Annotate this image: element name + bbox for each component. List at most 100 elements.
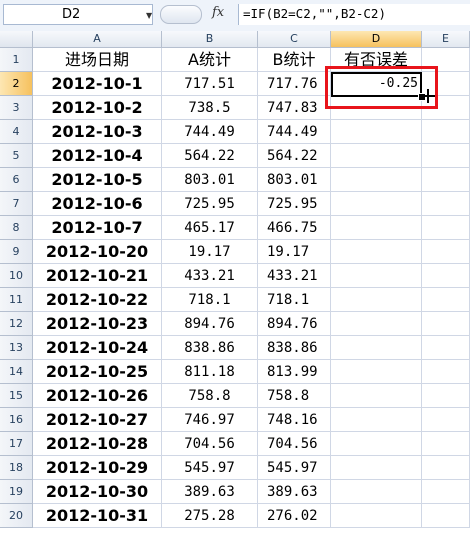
cell-e[interactable] bbox=[422, 408, 470, 432]
cell-date[interactable]: 2012-10-7 bbox=[33, 216, 162, 240]
row-header[interactable]: 18 bbox=[0, 456, 33, 480]
row-header[interactable]: 10 bbox=[0, 264, 33, 288]
cell-a-stat[interactable]: 758.8 bbox=[162, 384, 258, 408]
cell-b-stat[interactable]: 725.95 bbox=[258, 192, 331, 216]
cell-b-stat[interactable]: 758.8 bbox=[258, 384, 331, 408]
row-header[interactable]: 8 bbox=[0, 216, 33, 240]
cell-error[interactable] bbox=[331, 480, 422, 504]
column-header-e[interactable]: E bbox=[422, 31, 470, 48]
cell-date[interactable]: 2012-10-4 bbox=[33, 144, 162, 168]
cell-b-stat[interactable]: 748.16 bbox=[258, 408, 331, 432]
cell-a-stat[interactable]: 19.17 bbox=[162, 240, 258, 264]
cell-e[interactable] bbox=[422, 456, 470, 480]
row-header[interactable]: 3 bbox=[0, 96, 33, 120]
cell-a-stat[interactable]: 433.21 bbox=[162, 264, 258, 288]
cell-a-stat[interactable]: 718.1 bbox=[162, 288, 258, 312]
cell-a-stat[interactable]: 545.97 bbox=[162, 456, 258, 480]
cell-b-stat[interactable]: 894.76 bbox=[258, 312, 331, 336]
cell-e[interactable] bbox=[422, 144, 470, 168]
header-cell-date[interactable]: 进场日期 bbox=[33, 48, 162, 72]
cell-error[interactable] bbox=[331, 456, 422, 480]
row-header[interactable]: 19 bbox=[0, 480, 33, 504]
cell-b-stat[interactable]: 704.56 bbox=[258, 432, 331, 456]
cell-date[interactable]: 2012-10-27 bbox=[33, 408, 162, 432]
cell-b-stat[interactable]: 813.99 bbox=[258, 360, 331, 384]
cell-b-stat[interactable]: 545.97 bbox=[258, 456, 331, 480]
cell-e[interactable] bbox=[422, 288, 470, 312]
cell-date[interactable]: 2012-10-2 bbox=[33, 96, 162, 120]
cell-date[interactable]: 2012-10-5 bbox=[33, 168, 162, 192]
header-cell-b-stat[interactable]: B统计 bbox=[258, 48, 331, 72]
cell-date[interactable]: 2012-10-20 bbox=[33, 240, 162, 264]
cell-a-stat[interactable]: 275.28 bbox=[162, 504, 258, 528]
cell-date[interactable]: 2012-10-6 bbox=[33, 192, 162, 216]
cell-date[interactable]: 2012-10-26 bbox=[33, 384, 162, 408]
cell-a-stat[interactable]: 838.86 bbox=[162, 336, 258, 360]
cell-date[interactable]: 2012-10-28 bbox=[33, 432, 162, 456]
cell-error[interactable] bbox=[331, 240, 422, 264]
cell-e[interactable] bbox=[422, 360, 470, 384]
cell-date[interactable]: 2012-10-21 bbox=[33, 264, 162, 288]
cell-a-stat[interactable]: 811.18 bbox=[162, 360, 258, 384]
row-header[interactable]: 1 bbox=[0, 48, 33, 72]
cell-e[interactable] bbox=[422, 264, 470, 288]
cell-e[interactable] bbox=[422, 432, 470, 456]
header-cell-a-stat[interactable]: A统计 bbox=[162, 48, 258, 72]
row-header[interactable]: 9 bbox=[0, 240, 33, 264]
cell-error[interactable] bbox=[331, 216, 422, 240]
cell-error[interactable] bbox=[331, 360, 422, 384]
cell-b-stat[interactable]: 838.86 bbox=[258, 336, 331, 360]
cell-date[interactable]: 2012-10-1 bbox=[33, 72, 162, 96]
column-header-a[interactable]: A bbox=[33, 31, 162, 48]
cell-e[interactable] bbox=[422, 384, 470, 408]
cell-date[interactable]: 2012-10-23 bbox=[33, 312, 162, 336]
cell-a-stat[interactable]: 564.22 bbox=[162, 144, 258, 168]
cell-error[interactable] bbox=[331, 384, 422, 408]
cell-error[interactable] bbox=[331, 504, 422, 528]
cell-e[interactable] bbox=[422, 312, 470, 336]
cell-a-stat[interactable]: 744.49 bbox=[162, 120, 258, 144]
formula-input[interactable]: =IF(B2=C2,"",B2-C2) bbox=[238, 4, 470, 25]
cell-b-stat[interactable]: 744.49 bbox=[258, 120, 331, 144]
cell-a-stat[interactable]: 894.76 bbox=[162, 312, 258, 336]
cell-e[interactable] bbox=[422, 192, 470, 216]
cell-a-stat[interactable]: 803.01 bbox=[162, 168, 258, 192]
row-header[interactable]: 4 bbox=[0, 120, 33, 144]
row-header[interactable]: 16 bbox=[0, 408, 33, 432]
cell-error[interactable] bbox=[331, 288, 422, 312]
cell-b-stat[interactable]: 717.76 bbox=[258, 72, 331, 96]
cell-error[interactable] bbox=[331, 144, 422, 168]
column-header-c[interactable]: C bbox=[258, 31, 331, 48]
cell-error[interactable] bbox=[331, 168, 422, 192]
cell-e[interactable] bbox=[422, 336, 470, 360]
cell-error[interactable] bbox=[331, 192, 422, 216]
cell-a-stat[interactable]: 465.17 bbox=[162, 216, 258, 240]
row-header[interactable]: 13 bbox=[0, 336, 33, 360]
cell-date[interactable]: 2012-10-30 bbox=[33, 480, 162, 504]
cell-a-stat[interactable]: 389.63 bbox=[162, 480, 258, 504]
row-header[interactable]: 14 bbox=[0, 360, 33, 384]
cell-a-stat[interactable]: 717.51 bbox=[162, 72, 258, 96]
cell-b-stat[interactable]: 433.21 bbox=[258, 264, 331, 288]
cell-a-stat[interactable]: 725.95 bbox=[162, 192, 258, 216]
cell-b-stat[interactable]: 466.75 bbox=[258, 216, 331, 240]
formula-bar-resize-handle[interactable] bbox=[160, 5, 202, 24]
cell-e[interactable] bbox=[422, 504, 470, 528]
row-header[interactable]: 6 bbox=[0, 168, 33, 192]
chevron-down-icon[interactable]: ▼ bbox=[146, 11, 152, 20]
row-header[interactable]: 12 bbox=[0, 312, 33, 336]
row-header[interactable]: 2 bbox=[0, 72, 33, 96]
cell-error[interactable] bbox=[331, 432, 422, 456]
cell-b-stat[interactable]: 803.01 bbox=[258, 168, 331, 192]
cell-e[interactable] bbox=[422, 168, 470, 192]
cell-e[interactable] bbox=[422, 120, 470, 144]
row-header[interactable]: 11 bbox=[0, 288, 33, 312]
cell-date[interactable]: 2012-10-24 bbox=[33, 336, 162, 360]
row-header[interactable]: 17 bbox=[0, 432, 33, 456]
cell-b-stat[interactable]: 564.22 bbox=[258, 144, 331, 168]
insert-function-icon[interactable]: fx bbox=[212, 5, 224, 20]
cell-e[interactable] bbox=[422, 240, 470, 264]
row-header[interactable]: 5 bbox=[0, 144, 33, 168]
row-header[interactable]: 7 bbox=[0, 192, 33, 216]
cell-error[interactable] bbox=[331, 408, 422, 432]
